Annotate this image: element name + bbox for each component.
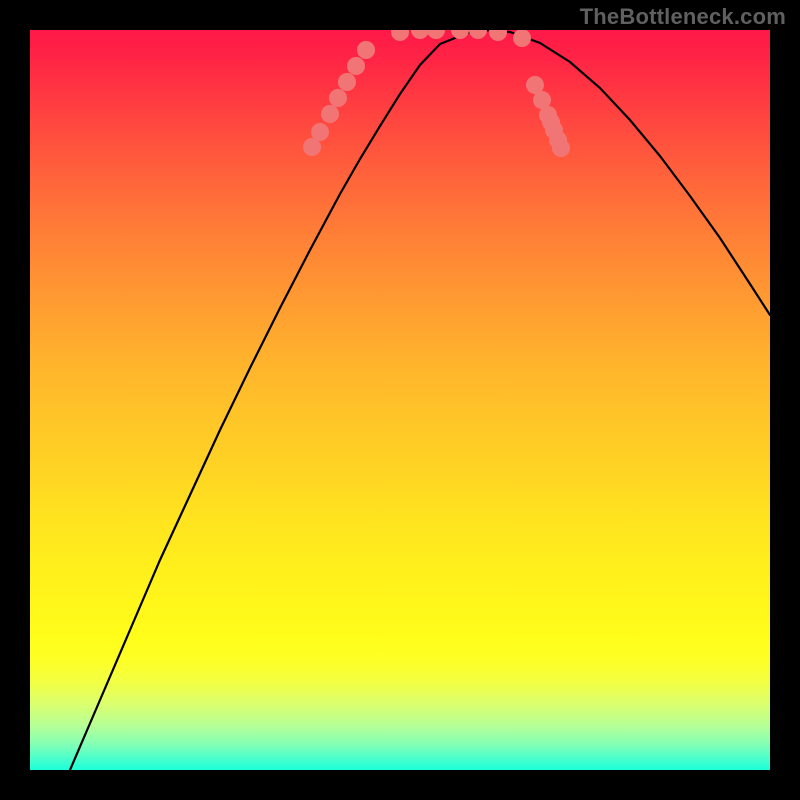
marker-point: [329, 89, 347, 107]
chart-frame: TheBottleneck.com: [0, 0, 800, 800]
watermark-text: TheBottleneck.com: [580, 4, 786, 30]
marker-point: [411, 30, 429, 39]
marker-point: [489, 30, 507, 41]
marker-point: [391, 30, 409, 41]
marker-point: [513, 30, 531, 47]
marker-point: [347, 57, 365, 75]
marker-point: [427, 30, 445, 39]
marker-point: [469, 30, 487, 39]
marker-point: [338, 73, 356, 91]
bottleneck-curve: [70, 30, 770, 770]
marker-point: [311, 123, 329, 141]
curve-svg: [30, 30, 770, 770]
marker-point: [357, 41, 375, 59]
plot-area: [30, 30, 770, 770]
marker-point: [321, 105, 339, 123]
marker-point: [552, 139, 570, 157]
